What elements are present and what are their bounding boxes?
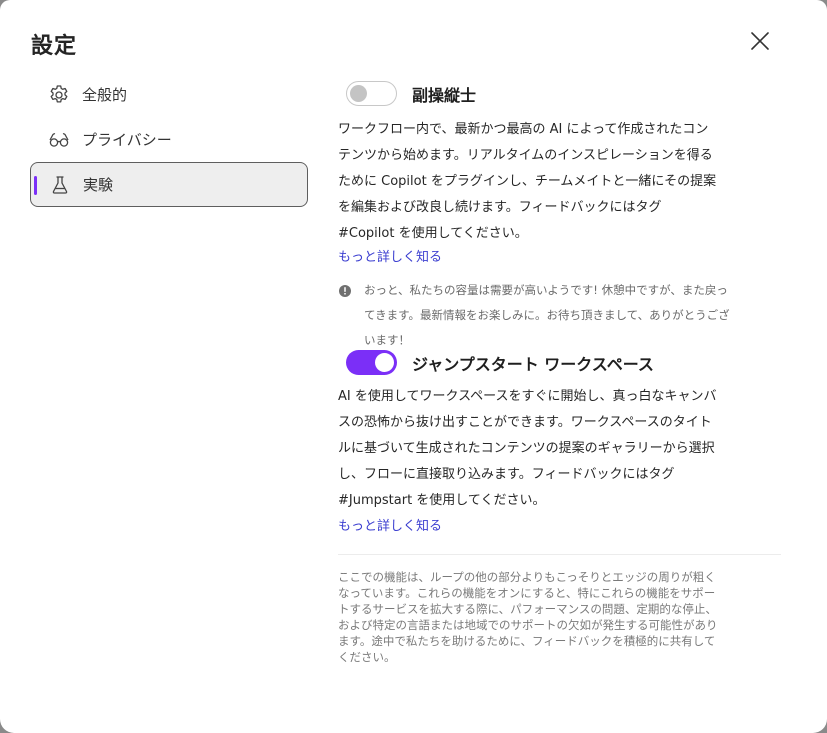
feature-jumpstart-header: ジャンプスタート ワークスペース (346, 350, 654, 375)
dialog-title: 設定 (31, 34, 78, 59)
capacity-notice: おっと、私たちの容量は需要が高いようです! 休憩中ですが、また戻ってきます。最新… (338, 278, 738, 353)
nav-item-label: 全般的 (82, 86, 128, 104)
jumpstart-toggle[interactable] (346, 350, 397, 375)
notice-text: おっと、私たちの容量は需要が高いようです! 休憩中ですが、また戻ってきます。最新… (364, 283, 730, 347)
glasses-icon (48, 129, 70, 151)
nav-item-label: 実験 (83, 176, 114, 194)
feature-copilot-header: 副操縦士 (346, 81, 476, 106)
feature-description: ワークフロー内で、最新かつ最高の AI によって作成されたコンテンツから始めます… (338, 122, 717, 241)
feature-title: ジャンプスタート ワークスペース (412, 354, 654, 374)
feature-description: AI を使用してワークスペースをすぐに開始し、真っ白なキャンバスの恐怖から抜け出… (338, 389, 717, 508)
copilot-toggle[interactable] (346, 81, 397, 106)
nav-item-general[interactable]: 全般的 (30, 72, 308, 117)
settings-nav: 全般的 プライバシー 実験 (30, 72, 308, 207)
divider (338, 554, 781, 555)
disclaimer-text: ここでの機能は、ループの他の部分よりもこっそりとエッジの周りが粗くなっています。… (338, 570, 718, 664)
close-icon (751, 32, 769, 50)
nav-item-privacy[interactable]: プライバシー (30, 117, 308, 162)
close-button[interactable] (746, 27, 774, 55)
flask-icon (49, 174, 71, 196)
learn-more-link[interactable]: もっと詳しく知る (338, 515, 442, 534)
learn-more-link[interactable]: もっと詳しく知る (338, 246, 442, 265)
feature-title: 副操縦士 (412, 85, 477, 105)
settings-dialog: 設定 全般的 プライバシー 実験 副操縦士 ワークフロー内で、最新かつ最高の A… (0, 0, 827, 733)
nav-item-label: プライバシー (82, 131, 172, 149)
info-icon (339, 285, 351, 297)
gear-icon (48, 84, 70, 106)
nav-item-experiments[interactable]: 実験 (30, 162, 308, 207)
